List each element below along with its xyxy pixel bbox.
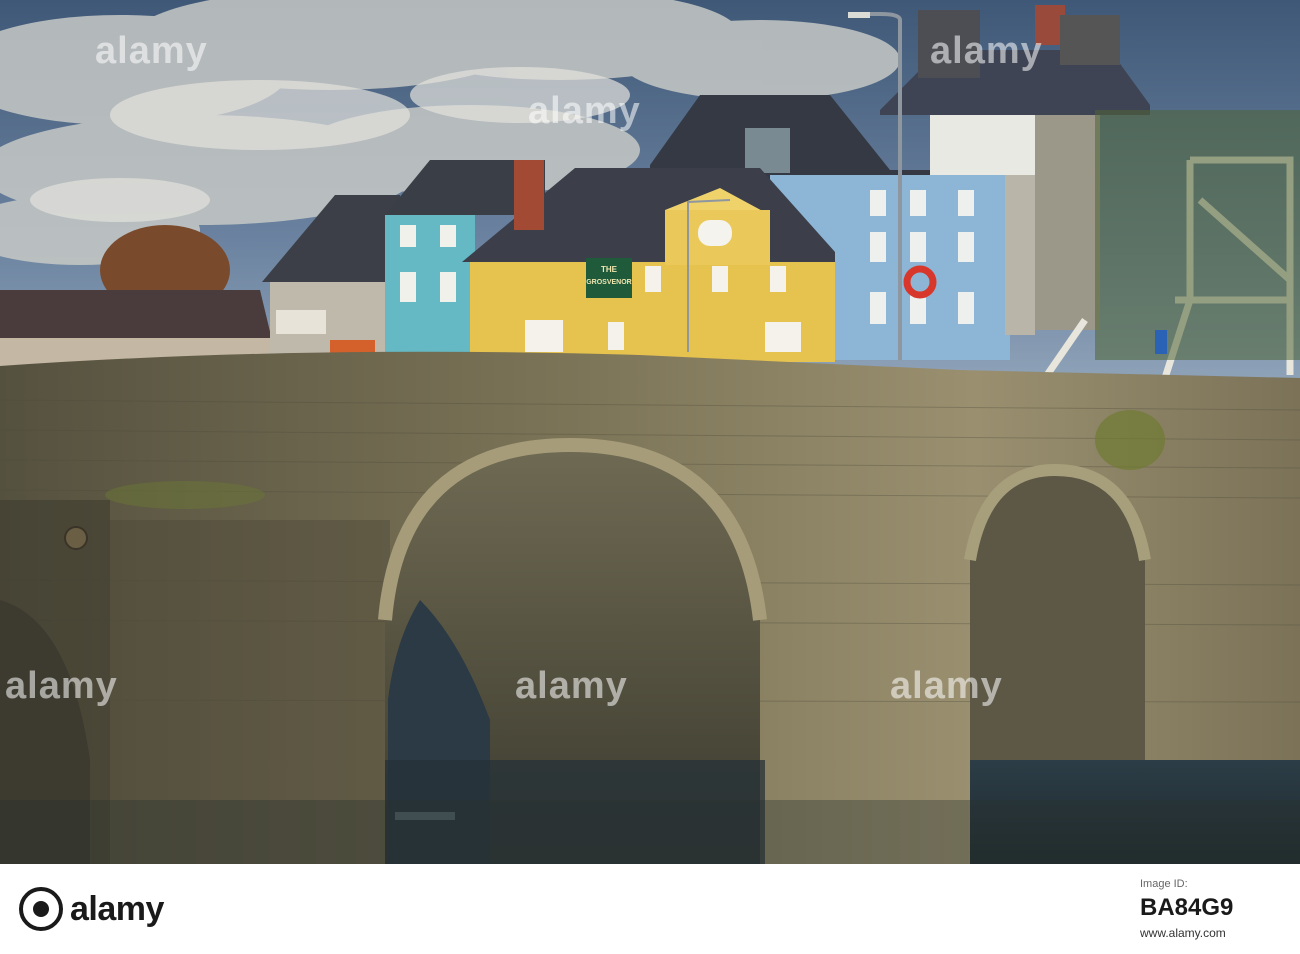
pub-sign-line1: THE <box>601 265 618 274</box>
pub-sign <box>586 258 632 298</box>
road-sign <box>1155 330 1167 354</box>
brand-logo[interactable]: alamy <box>18 886 164 932</box>
image-id-label: Image ID: <box>1140 878 1188 890</box>
site-url[interactable]: www.alamy.com <box>1140 926 1226 940</box>
brand-name: alamy <box>70 889 164 928</box>
photo-illustration: THE GROSVENOR <box>0 0 1300 864</box>
watermark-bottom-left: alamy <box>5 665 118 707</box>
watermark-bottom-right: alamy <box>890 665 1003 707</box>
watermark-top-right: alamy <box>930 30 1043 72</box>
stock-photo-page: THE GROSVENOR alamy alamy alamy alamy al… <box>0 0 1300 954</box>
footer-bar: alamy Image ID: BA84G9 www.alamy.com <box>0 864 1300 954</box>
image-id: BA84G9 <box>1140 894 1234 921</box>
ivy-wall <box>1095 110 1300 360</box>
star-plaque <box>64 526 88 550</box>
grosvenor-house: THE GROSVENOR <box>462 160 835 362</box>
photo-bridge-houses: THE GROSVENOR alamy alamy alamy alamy al… <box>0 0 1300 864</box>
watermark-top-left: alamy <box>95 30 208 72</box>
watermark-top-center: alamy <box>528 90 641 132</box>
pub-sign-line2: GROSVENOR <box>586 279 632 286</box>
watermark-bottom-center: alamy <box>515 665 628 707</box>
alamy-logo-icon <box>19 887 63 931</box>
